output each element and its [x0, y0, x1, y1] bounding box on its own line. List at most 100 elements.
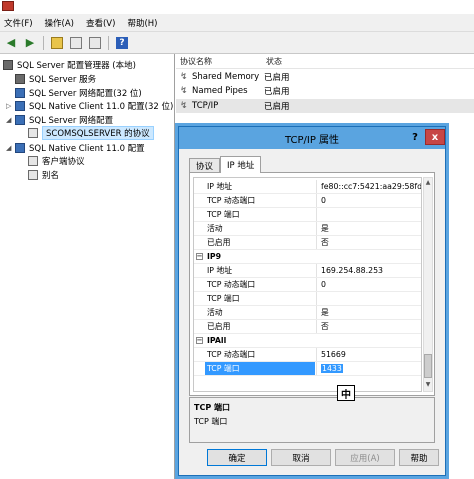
tcp-port-value: 1433	[321, 364, 343, 373]
dialog-buttons: 确定 取消 应用(A) 帮助	[179, 449, 445, 471]
tree-item-scomsqlserver-protocols[interactable]: SCOMSQLSERVER 的协议	[28, 126, 154, 140]
tree-item-label: 别名	[42, 171, 60, 181]
property-category-ipall[interactable]: − IPAll	[194, 334, 421, 348]
protocol-name: Named Pipes	[192, 86, 248, 96]
tree-item-native-client[interactable]: SQL Native Client 11.0 配置	[15, 141, 145, 155]
aliases-icon	[28, 170, 38, 180]
property-value	[316, 208, 421, 221]
toolbar: ◀ ▶ ?	[0, 32, 474, 54]
forward-arrow-icon[interactable]: ▶	[22, 35, 38, 51]
services-icon	[15, 74, 25, 84]
toolbar-separator	[108, 35, 109, 50]
property-row[interactable]: 活动 是	[194, 306, 421, 320]
up-folder-icon[interactable]	[49, 35, 65, 51]
tree-item-label: SQL Native Client 11.0 配置	[29, 144, 145, 154]
property-row[interactable]: TCP 动态端口 0	[194, 278, 421, 292]
menu-help[interactable]: 帮助(H)	[127, 17, 157, 29]
protocol-icon: ↯	[180, 100, 188, 111]
description-title: TCP 端口	[194, 403, 230, 412]
property-row[interactable]: IP 地址 fe80::cc7:5421:aa29:58fd%15	[194, 180, 421, 194]
menu-view[interactable]: 查看(V)	[86, 17, 115, 29]
toolbar-separator	[43, 35, 44, 50]
tab-ip-addresses[interactable]: IP 地址	[220, 156, 262, 173]
scroll-up-icon[interactable]: ▲	[424, 179, 432, 188]
expand-icon[interactable]: ▷	[6, 102, 11, 110]
collapse-icon[interactable]: ◢	[6, 144, 11, 152]
properties-icon[interactable]	[68, 35, 84, 51]
protocol-status: 已启用	[264, 87, 290, 97]
tcp-port-input[interactable]: 1433	[316, 362, 421, 375]
client-protocols-icon	[28, 156, 38, 166]
dialog-close-button[interactable]: x	[425, 129, 445, 145]
help-button[interactable]: 帮助	[399, 449, 439, 466]
property-row[interactable]: TCP 动态端口 51669	[194, 348, 421, 362]
back-arrow-icon[interactable]: ◀	[3, 35, 19, 51]
tree-item-network-config[interactable]: SQL Server 网络配置	[15, 113, 113, 127]
tree-item-aliases[interactable]: 别名	[28, 168, 59, 182]
tree-root-label: SQL Server 配置管理器 (本地)	[17, 61, 136, 71]
tree-item-label: SQL Server 服务	[29, 75, 97, 85]
tree-item-label: SQL Native Client 11.0 配置(32 位)	[29, 102, 174, 112]
list-item[interactable]: ↯ TCP/IP 已启用	[176, 99, 474, 113]
menu-file[interactable]: 文件(F)	[4, 17, 33, 29]
property-row[interactable]: TCP 端口	[194, 292, 421, 306]
app-icon	[2, 1, 14, 11]
protocol-name: Shared Memory	[192, 72, 260, 82]
list-item[interactable]: ↯ Named Pipes 已启用	[176, 84, 474, 98]
list-item[interactable]: ↯ Shared Memory 已启用	[176, 70, 474, 84]
apply-button[interactable]: 应用(A)	[335, 449, 395, 466]
client-config-icon	[15, 101, 25, 111]
property-label: TCP 动态端口	[207, 196, 256, 205]
property-value: 是	[316, 306, 421, 319]
ime-indicator[interactable]: 中	[337, 385, 355, 401]
client-config-icon	[15, 143, 25, 153]
dialog-help-button[interactable]: ?	[405, 129, 425, 145]
tree-item-client-protocols[interactable]: 客户端协议	[28, 154, 85, 168]
property-label: 已启用	[207, 322, 231, 331]
property-row[interactable]: 活动 是	[194, 222, 421, 236]
collapse-icon[interactable]: −	[196, 337, 203, 344]
property-label: TCP 动态端口	[207, 350, 256, 359]
property-row[interactable]: TCP 动态端口 0	[194, 194, 421, 208]
collapse-icon[interactable]: −	[196, 253, 203, 260]
protocol-status: 已启用	[264, 73, 290, 83]
tree-item-label: SCOMSQLSERVER 的协议	[42, 126, 154, 140]
protocol-status: 已启用	[264, 102, 290, 112]
property-value: 是	[316, 222, 421, 235]
property-row[interactable]: 已启用 否	[194, 236, 421, 250]
dialog-title: TCP/IP 属性	[284, 134, 340, 146]
scroll-thumb[interactable]	[424, 354, 432, 378]
description-panel: TCP 端口 TCP 端口	[189, 397, 435, 443]
property-row-tcp-port-selected[interactable]: TCP 端口 1433	[194, 362, 421, 376]
tree-item-label: 客户端协议	[42, 157, 85, 167]
property-row[interactable]: TCP 端口	[194, 208, 421, 222]
ok-button[interactable]: 确定	[207, 449, 267, 466]
list-header: 协议名称 状态	[176, 56, 474, 69]
menu-action[interactable]: 操作(A)	[45, 17, 74, 29]
column-header-name[interactable]: 协议名称	[176, 56, 262, 68]
property-row[interactable]: 已启用 否	[194, 320, 421, 334]
property-label: 活动	[207, 308, 223, 317]
column-header-status[interactable]: 状态	[262, 56, 282, 68]
tab-protocol[interactable]: 协议	[189, 158, 221, 173]
tree-item-network-config-32[interactable]: SQL Server 网络配置(32 位)	[15, 86, 142, 100]
property-label: IP 地址	[207, 266, 233, 275]
help-icon[interactable]: ?	[114, 35, 130, 51]
property-grid-scrollbar[interactable]: ▲ ▼	[423, 177, 433, 392]
collapse-icon[interactable]: ◢	[6, 116, 11, 124]
property-value: 0	[316, 278, 421, 291]
property-value: 否	[316, 320, 421, 333]
property-value: 否	[316, 236, 421, 249]
property-category-ip9[interactable]: − IP9	[194, 250, 421, 264]
property-label: TCP 端口	[205, 362, 315, 375]
export-list-icon[interactable]	[87, 35, 103, 51]
cancel-button[interactable]: 取消	[271, 449, 331, 466]
tree-item-sql-services[interactable]: SQL Server 服务	[15, 72, 96, 86]
scroll-down-icon[interactable]: ▼	[424, 381, 432, 390]
console-tree: SQL Server 配置管理器 (本地) SQL Server 服务 SQL …	[0, 54, 175, 479]
category-label: IP9	[207, 252, 222, 261]
tree-item-native-client-32[interactable]: SQL Native Client 11.0 配置(32 位)	[15, 99, 173, 113]
network-icon	[15, 88, 25, 98]
tree-root[interactable]: SQL Server 配置管理器 (本地)	[3, 58, 136, 72]
property-row[interactable]: IP 地址 169.254.88.253	[194, 264, 421, 278]
